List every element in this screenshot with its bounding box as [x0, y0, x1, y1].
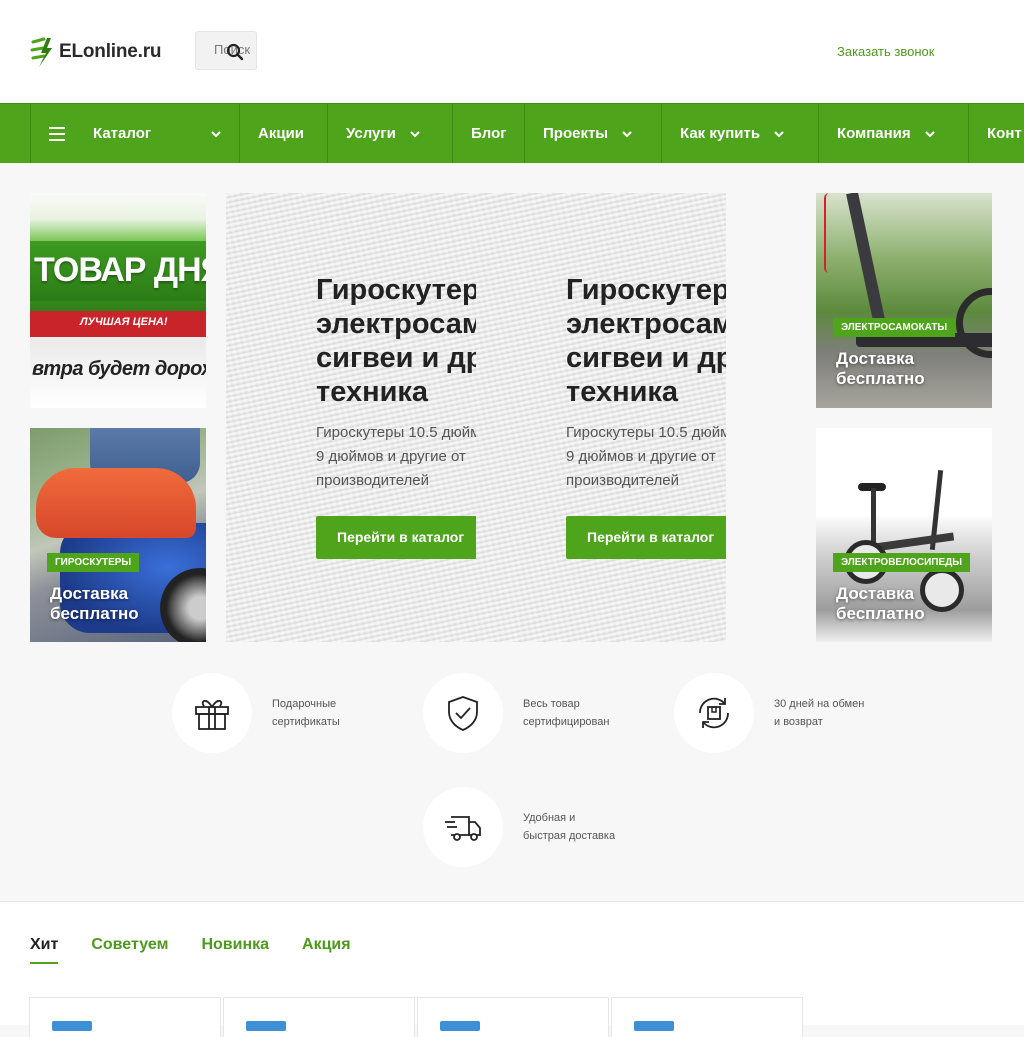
banner-title: Доставка бесплатно: [50, 584, 139, 623]
nav-item-how-to-buy[interactable]: Как купить: [661, 104, 818, 163]
slide: Гироскутеры, электросамокаты, сигвеи и д…: [566, 193, 726, 642]
nav-item-label: Проекты: [543, 125, 609, 142]
feature-text: Подарочные сертификаты: [272, 698, 340, 728]
feature-text: 30 дней на обмен и возврат: [774, 698, 865, 728]
tab-hit[interactable]: Хит: [30, 936, 59, 964]
shield-check-icon: [448, 696, 478, 731]
feature-returns: 30 дней на обмен и возврат: [674, 673, 904, 753]
nav-item-label: Каталог: [93, 125, 152, 142]
slide-title: Гироскутеры, электросамокаты, сигвеи и д…: [316, 274, 476, 408]
nav-item-label: Как купить: [680, 125, 761, 142]
menu-icon: [49, 126, 65, 141]
nav-item-label: Конт: [987, 125, 1022, 142]
main-nav: Каталог Акции Услуги Блог Проекты Как ку…: [0, 103, 1024, 163]
nav-item-company[interactable]: Компания: [818, 104, 968, 163]
scooters-banner[interactable]: ЭЛЕКТРОСАМОКАТЫ Доставка бесплатно: [816, 193, 992, 408]
nav-item-label: Акции: [258, 125, 305, 142]
nav-item-contacts[interactable]: Конт: [968, 104, 1024, 163]
hero-slider[interactable]: Гироскутеры, электросамокаты, сигвеи и д…: [226, 193, 726, 642]
banner-title: Доставка бесплатно: [836, 584, 925, 623]
go-to-catalog-button[interactable]: Перейти в каталог: [566, 516, 726, 559]
ebikes-banner[interactable]: ЭЛЕКТРОВЕЛОСИПЕДЫ Доставка бесплатно: [816, 428, 992, 642]
nav-item-label: Блог: [471, 125, 507, 142]
nav-item-label: Услуги: [346, 125, 396, 142]
deal-of-day-title: ТОВАР ДНЯ: [34, 251, 206, 289]
feature-certified: Весь товар сертифицирован: [423, 673, 653, 753]
tab-new[interactable]: Новинка: [201, 936, 269, 964]
product-badge: [634, 1021, 674, 1031]
chevron-down-icon: [924, 130, 935, 137]
chevron-down-icon: [410, 130, 420, 137]
slide: Гироскутеры, электросамокаты, сигвеи и д…: [316, 193, 476, 642]
product-card[interactable]: [29, 997, 221, 1037]
nav-item-blog[interactable]: Блог: [452, 104, 524, 163]
category-label: ГИРОСКУТЕРЫ: [47, 553, 140, 572]
deal-of-day-banner[interactable]: ТОВАР ДНЯ ЛУЧШАЯ ЦЕНА! втра будет дорож: [30, 193, 206, 408]
best-price-text: ЛУЧШАЯ ЦЕНА!: [80, 316, 168, 328]
tab-recommended[interactable]: Советуем: [91, 936, 168, 964]
product-badge: [246, 1021, 286, 1031]
search-icon[interactable]: [226, 43, 244, 61]
chevron-down-icon: [774, 130, 784, 137]
slide-text: Гироскутеры 10.5 дюймов, 9 дюймов и друг…: [566, 424, 726, 489]
logo-text: ELonline.ru: [59, 41, 162, 62]
nav-item-catalog[interactable]: Каталог: [30, 104, 239, 163]
nav-item-projects[interactable]: Проекты: [524, 104, 661, 163]
feature-text: Удобная и быстрая доставка: [523, 812, 616, 842]
slide-text: Гироскутеры 10.5 дюймов, 9 дюймов и друг…: [316, 424, 476, 489]
nav-item-label: Компания: [837, 125, 911, 142]
tab-sale[interactable]: Акция: [302, 936, 351, 964]
feature-delivery: Удобная и быстрая доставка: [423, 787, 653, 867]
delivery-truck-icon: [445, 816, 481, 841]
go-to-catalog-button[interactable]: Перейти в каталог: [316, 516, 476, 559]
feature-gift-certificates: Подарочные сертификаты: [172, 673, 402, 753]
category-label: ЭЛЕКТРОСАМОКАТЫ: [833, 318, 956, 337]
product-tabs: Хит Советуем Новинка Акция: [30, 936, 384, 964]
feature-text: Весь товар сертифицирован: [523, 698, 610, 728]
banner-title: Доставка бесплатно: [836, 349, 925, 388]
chevron-down-icon: [211, 130, 221, 137]
ebike-image: [873, 532, 955, 552]
products-section: Хит Советуем Новинка Акция: [0, 901, 1024, 1037]
hoverboards-banner[interactable]: ГИРОСКУТЕРЫ Доставка бесплатно: [30, 428, 206, 642]
product-card[interactable]: [417, 997, 609, 1037]
search-box[interactable]: [195, 31, 257, 70]
chevron-down-icon: [622, 130, 632, 137]
nav-item-promotions[interactable]: Акции: [239, 104, 327, 163]
callback-link[interactable]: Заказать звонок: [837, 44, 934, 59]
nav-item-services[interactable]: Услуги: [327, 104, 452, 163]
gift-icon: [195, 699, 229, 730]
return-box-icon: [699, 697, 729, 729]
deal-of-day-subtitle: втра будет дорож: [32, 358, 206, 380]
logo-bolt-icon: [30, 37, 52, 67]
site-logo[interactable]: ELonline.ru: [30, 36, 162, 68]
slide-title: Гироскутеры, электросамокаты, сигвеи и д…: [566, 274, 726, 408]
site-header: ELonline.ru Заказать звонок: [0, 0, 1024, 103]
product-badge: [52, 1021, 92, 1031]
product-card[interactable]: [611, 997, 803, 1037]
product-card[interactable]: [223, 997, 415, 1037]
product-badge: [440, 1021, 480, 1031]
category-label: ЭЛЕКТРОВЕЛОСИПЕДЫ: [833, 553, 971, 572]
